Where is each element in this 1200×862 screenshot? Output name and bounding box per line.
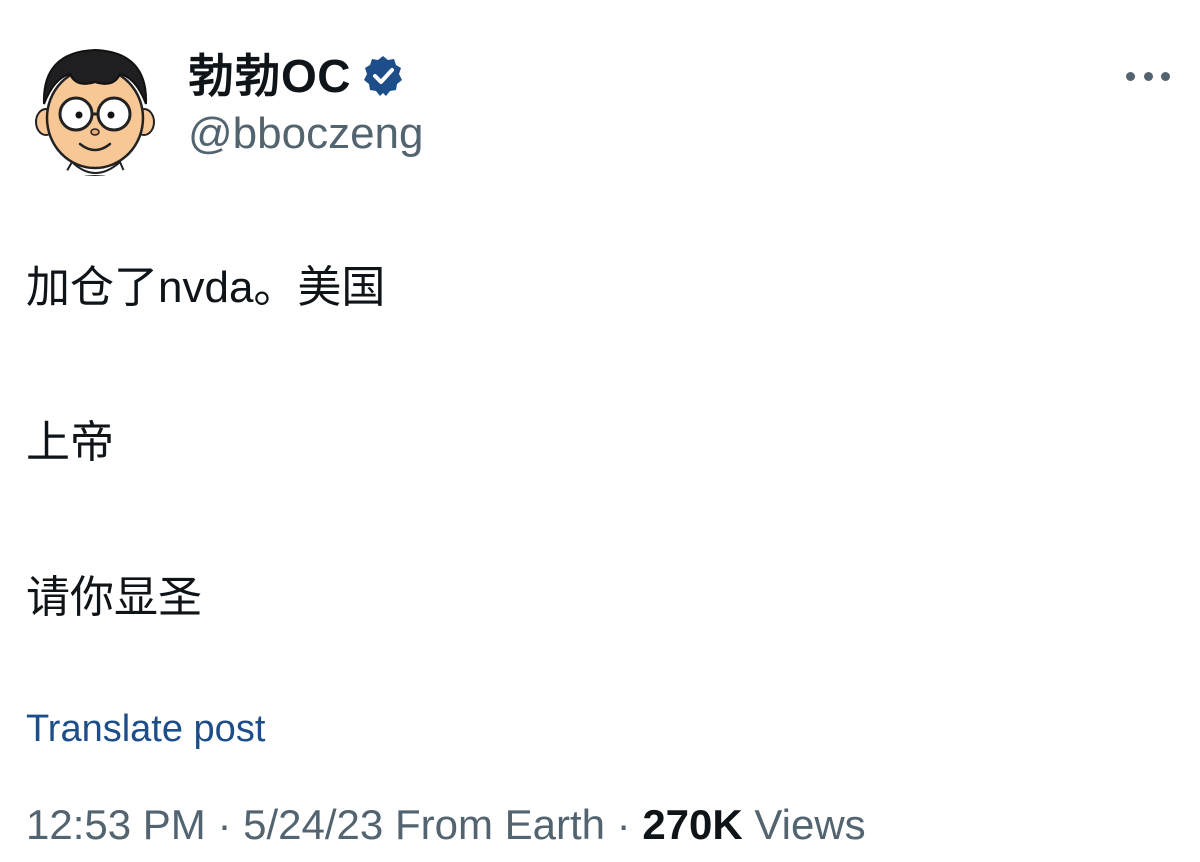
views-count[interactable]: 270K [642,801,742,848]
views-label: Views [754,801,866,848]
meta-separator: · [616,801,631,848]
author-display-name[interactable]: 勃勃OC [188,48,405,104]
verified-badge-icon [361,54,405,98]
post-source: From Earth [394,801,605,848]
translate-post-link[interactable]: Translate post [26,710,265,748]
avatar[interactable] [24,34,166,176]
more-horizontal-icon-dot [1161,71,1170,81]
more-horizontal-icon [1126,71,1135,81]
more-horizontal-icon-dot [1143,71,1153,81]
post-metadata: 12:53 PM · 5/24/23 From Earth · 270K Vie… [26,804,866,846]
post-date[interactable]: 5/24/23 [243,801,383,848]
post-text-line: 加仓了nvda。美国 [26,263,386,312]
post-text-line: 上帝 [26,418,114,467]
meta-separator: · [217,801,232,848]
display-name-text: 勃勃OC [188,50,351,102]
author-handle[interactable]: @bboczeng [188,112,424,156]
post-time[interactable]: 12:53 PM [26,801,206,848]
more-options-button[interactable] [1126,58,1170,94]
cartoon-boy-glasses-avatar-icon [24,34,166,176]
post-text-line: 请你显圣 [26,573,202,622]
